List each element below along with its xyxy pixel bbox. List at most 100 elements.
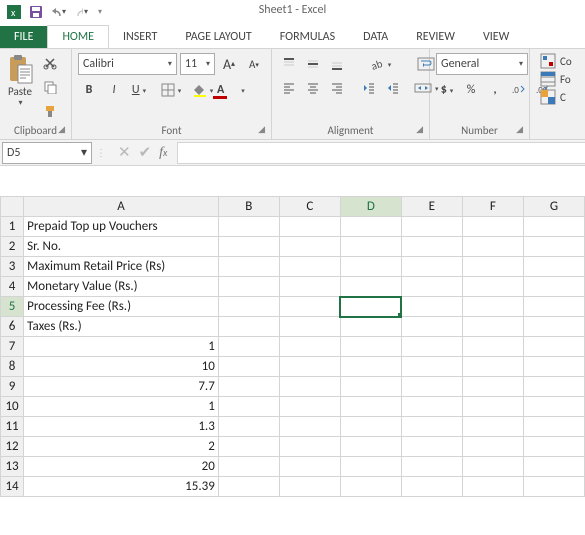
col-header-C[interactable]: C [279, 197, 340, 217]
cell-C13[interactable] [279, 457, 340, 477]
cell-B7[interactable] [218, 337, 279, 357]
cell-F5[interactable] [462, 297, 523, 317]
col-header-G[interactable]: G [523, 197, 584, 217]
col-header-F[interactable]: F [462, 197, 523, 217]
tab-insert[interactable]: INSERT [109, 26, 171, 48]
cell-G1[interactable] [523, 217, 584, 237]
conditional-formatting-button[interactable]: Co [540, 53, 579, 69]
tab-formulas[interactable]: FORMULAS [266, 26, 349, 48]
row-header-5[interactable]: 5 [1, 297, 24, 317]
font-launcher-icon[interactable]: ◢ [258, 124, 265, 135]
grow-font-icon[interactable]: A▴ [218, 53, 240, 75]
cell-C7[interactable] [279, 337, 340, 357]
font-name-combo[interactable]: Calibri▾ [78, 53, 177, 75]
name-box[interactable]: D5▾ [2, 142, 92, 164]
paste-button[interactable]: Paste [8, 85, 32, 98]
cell-E9[interactable] [401, 377, 462, 397]
cell-E7[interactable] [401, 337, 462, 357]
font-color-icon[interactable]: A [217, 79, 245, 101]
cell-F11[interactable] [462, 417, 523, 437]
cell-E6[interactable] [401, 317, 462, 337]
cell-D12[interactable] [340, 437, 401, 457]
row-header-13[interactable]: 13 [1, 457, 24, 477]
number-launcher-icon[interactable]: ◢ [516, 124, 523, 135]
cell-D2[interactable] [340, 237, 401, 257]
shrink-font-icon[interactable]: A▾ [243, 53, 265, 75]
row-header-10[interactable]: 10 [1, 397, 24, 417]
format-painter-icon[interactable] [40, 101, 60, 121]
formula-input[interactable] [177, 142, 585, 164]
orientation-icon[interactable]: ab [358, 53, 404, 75]
cell-D5[interactable] [340, 297, 401, 317]
cell-E11[interactable] [401, 417, 462, 437]
tab-review[interactable]: REVIEW [402, 26, 469, 48]
cell-E14[interactable] [401, 477, 462, 497]
col-header-E[interactable]: E [401, 197, 462, 217]
row-header-11[interactable]: 11 [1, 417, 24, 437]
col-header-A[interactable]: A [24, 197, 219, 217]
row-header-8[interactable]: 8 [1, 357, 24, 377]
cell-G14[interactable] [523, 477, 584, 497]
cell-D3[interactable] [340, 257, 401, 277]
accounting-format-icon[interactable]: $ [436, 79, 458, 101]
cell-D8[interactable] [340, 357, 401, 377]
alignment-launcher-icon[interactable]: ◢ [416, 124, 423, 135]
cell-A1[interactable]: Prepaid Top up Vouchers [24, 217, 219, 237]
cell-F1[interactable] [462, 217, 523, 237]
cell-C4[interactable] [279, 277, 340, 297]
cell-E5[interactable] [401, 297, 462, 317]
cell-G13[interactable] [523, 457, 584, 477]
cell-C8[interactable] [279, 357, 340, 377]
row-header-7[interactable]: 7 [1, 337, 24, 357]
cell-G6[interactable] [523, 317, 584, 337]
cell-B1[interactable] [218, 217, 279, 237]
cell-F13[interactable] [462, 457, 523, 477]
cell-G4[interactable] [523, 277, 584, 297]
tab-home[interactable]: HOME [47, 25, 109, 48]
cut-icon[interactable] [40, 53, 60, 73]
row-header-4[interactable]: 4 [1, 277, 24, 297]
cell-D7[interactable] [340, 337, 401, 357]
align-bottom-icon[interactable] [326, 53, 348, 75]
bold-button[interactable]: B [78, 79, 100, 101]
cell-G3[interactable] [523, 257, 584, 277]
cell-B3[interactable] [218, 257, 279, 277]
borders-icon[interactable] [160, 79, 182, 101]
cell-B5[interactable] [218, 297, 279, 317]
select-all-corner[interactable] [1, 197, 24, 217]
cell-G11[interactable] [523, 417, 584, 437]
qat-customize-icon[interactable]: ▾ [98, 7, 102, 17]
cell-C10[interactable] [279, 397, 340, 417]
cell-F2[interactable] [462, 237, 523, 257]
cell-G2[interactable] [523, 237, 584, 257]
cell-A2[interactable]: Sr. No. [24, 237, 219, 257]
undo-icon[interactable]: ▾ [50, 4, 66, 20]
cell-B9[interactable] [218, 377, 279, 397]
cell-E3[interactable] [401, 257, 462, 277]
cell-A11[interactable]: 1.3 [24, 417, 219, 437]
cell-D10[interactable] [340, 397, 401, 417]
cell-B2[interactable] [218, 237, 279, 257]
cell-A4[interactable]: Monetary Value (Rs.) [24, 277, 219, 297]
cell-C14[interactable] [279, 477, 340, 497]
align-right-icon[interactable] [326, 77, 348, 99]
align-left-icon[interactable] [278, 77, 300, 99]
cell-B13[interactable] [218, 457, 279, 477]
redo-icon[interactable]: ▾ [72, 4, 88, 20]
cell-B12[interactable] [218, 437, 279, 457]
cell-B4[interactable] [218, 277, 279, 297]
cell-G12[interactable] [523, 437, 584, 457]
cell-F10[interactable] [462, 397, 523, 417]
cell-E10[interactable] [401, 397, 462, 417]
tab-view[interactable]: VIEW [469, 26, 523, 48]
cell-G8[interactable] [523, 357, 584, 377]
cell-E4[interactable] [401, 277, 462, 297]
cell-F12[interactable] [462, 437, 523, 457]
percent-format-icon[interactable]: % [460, 79, 482, 101]
cell-F7[interactable] [462, 337, 523, 357]
cell-A10[interactable]: 1 [24, 397, 219, 417]
col-header-D[interactable]: D [340, 197, 401, 217]
cell-A5[interactable]: Processing Fee (Rs.) [24, 297, 219, 317]
cell-E13[interactable] [401, 457, 462, 477]
cell-A13[interactable]: 20 [24, 457, 219, 477]
